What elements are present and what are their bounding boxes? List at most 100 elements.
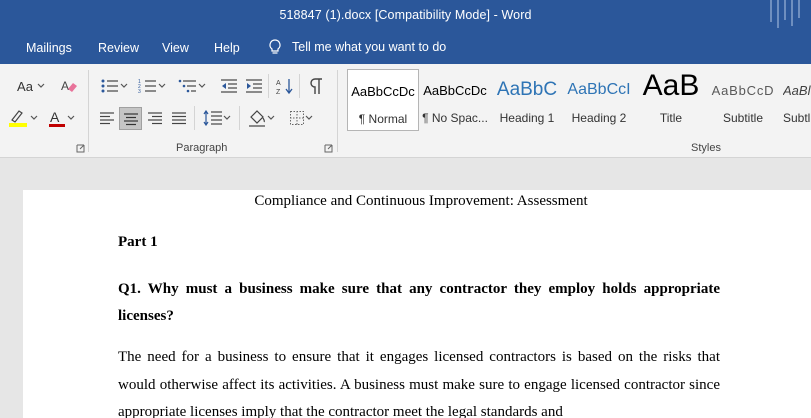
style-heading-2[interactable]: AaBbCcI Heading 2	[563, 69, 635, 131]
tab-help[interactable]: Help	[214, 41, 240, 55]
chevron-down-icon	[305, 115, 313, 120]
chevron-down-icon	[158, 83, 166, 88]
group-separator	[239, 106, 240, 130]
chevron-down-icon	[37, 83, 45, 88]
chevron-down-icon	[223, 115, 231, 120]
group-separator	[88, 70, 89, 152]
paragraph-group-label: Paragraph	[176, 142, 228, 154]
document-page[interactable]: Compliance and Continuous Improvement: A…	[23, 190, 811, 418]
bullets-icon	[101, 79, 118, 93]
font-dialog-launcher-icon[interactable]	[76, 144, 85, 153]
style-subtle-emphasis[interactable]: AaBl Subtl	[779, 69, 811, 131]
style-preview: AaBbCcD	[711, 83, 775, 98]
numbering-icon: 123	[138, 79, 156, 94]
style-preview: AaBbC	[496, 79, 558, 100]
sort-button[interactable]: A Z	[274, 76, 296, 96]
tell-me-label: Tell me what you want to do	[292, 40, 447, 54]
font-color-button[interactable]: A	[44, 107, 78, 129]
decrease-indent-button[interactable]	[218, 76, 240, 96]
chevron-down-icon	[120, 83, 128, 88]
tab-view[interactable]: View	[162, 41, 189, 55]
change-case-label: Aa	[17, 78, 33, 94]
style-preview: AaB	[642, 69, 700, 102]
chevron-down-icon	[67, 115, 75, 120]
shading-button[interactable]	[243, 107, 279, 129]
lightbulb-icon	[269, 39, 281, 54]
ribbon-tabs: Mailings Review View Help Tell me what y…	[0, 32, 811, 64]
decrease-indent-icon	[221, 79, 237, 93]
font-color-icon: A	[49, 109, 65, 127]
eraser-icon: A	[61, 79, 77, 93]
bullets-button[interactable]	[96, 76, 132, 96]
increase-indent-button[interactable]	[243, 76, 265, 96]
styles-gallery: AaBbCcDc ¶ Normal AaBbCcDc ¶ No Spac... …	[345, 69, 811, 133]
chevron-down-icon	[198, 83, 206, 88]
style-no-spacing[interactable]: AaBbCcDc ¶ No Spac...	[419, 69, 491, 131]
svg-text:A: A	[276, 80, 281, 87]
style-name: Heading 2	[571, 111, 627, 125]
sort-icon: A Z	[276, 79, 293, 95]
justify-button[interactable]	[168, 107, 190, 129]
paint-bucket-icon	[249, 110, 266, 127]
tab-mailings[interactable]: Mailings	[26, 41, 72, 55]
multilevel-list-icon	[178, 79, 196, 93]
line-spacing-button[interactable]	[199, 107, 235, 129]
highlighter-icon	[9, 110, 27, 127]
title-bar: 518847 (1).docx [Compatibility Mode] - W…	[0, 0, 811, 32]
style-preview: AaBbCcI	[567, 81, 631, 98]
highlight-color-button[interactable]	[6, 107, 40, 129]
style-name: Subtitle	[722, 111, 764, 125]
document-canvas: Compliance and Continuous Improvement: A…	[0, 158, 811, 418]
style-title[interactable]: AaB Title	[635, 69, 707, 131]
chevron-down-icon	[30, 115, 38, 120]
style-preview: AaBbCcDc	[423, 83, 487, 98]
justify-icon	[172, 112, 186, 125]
group-separator	[268, 74, 269, 98]
window-title: 518847 (1).docx [Compatibility Mode] - W…	[279, 8, 532, 22]
align-left-button[interactable]	[96, 107, 118, 129]
align-center-button[interactable]	[119, 107, 142, 130]
style-name: Heading 1	[499, 111, 555, 125]
question-heading: Q1. Why must a business make sure that a…	[118, 281, 720, 324]
tab-review[interactable]: Review	[98, 41, 139, 55]
group-separator	[337, 70, 338, 152]
group-separator	[299, 74, 300, 98]
group-separator	[194, 106, 195, 130]
show-formatting-marks-button[interactable]	[305, 76, 327, 96]
window-grip-icon	[770, 0, 800, 28]
tell-me-search[interactable]: Tell me what you want to do	[268, 39, 446, 55]
style-name: Subtl	[783, 111, 811, 125]
style-preview: AaBl	[783, 83, 811, 98]
style-normal[interactable]: AaBbCcDc ¶ Normal	[347, 69, 419, 131]
align-center-icon	[123, 112, 138, 125]
style-name: ¶ Normal	[358, 112, 408, 126]
align-right-icon	[148, 112, 162, 125]
style-name: Title	[659, 111, 683, 125]
line-spacing-icon	[203, 110, 222, 126]
multilevel-list-button[interactable]	[174, 76, 210, 96]
document-title: Compliance and Continuous Improvement: A…	[254, 193, 588, 209]
align-left-icon	[100, 112, 114, 125]
part-heading: Part 1	[118, 234, 158, 250]
borders-icon	[290, 111, 304, 125]
style-subtitle[interactable]: AaBbCcD Subtitle	[707, 69, 779, 131]
chevron-down-icon	[267, 115, 275, 120]
svg-text:A: A	[61, 79, 69, 93]
ribbon: Aa A A 123 A Z Paragraph AaBbCcDc ¶ Norm…	[0, 64, 811, 158]
change-case-button[interactable]: Aa	[14, 77, 48, 95]
svg-text:3: 3	[138, 89, 141, 94]
clear-formatting-button[interactable]: A	[58, 76, 80, 96]
borders-button[interactable]	[283, 107, 319, 129]
numbering-button[interactable]: 123	[134, 76, 170, 96]
style-preview: AaBbCcDc	[351, 84, 415, 99]
pilcrow-icon	[310, 78, 322, 94]
svg-text:A: A	[50, 109, 60, 125]
style-name: ¶ No Spac...	[422, 111, 488, 125]
svg-text:Z: Z	[276, 89, 281, 95]
paragraph-dialog-launcher-icon[interactable]	[324, 144, 333, 153]
body-paragraph: The need for a business to ensure that i…	[118, 349, 720, 418]
increase-indent-icon	[246, 79, 262, 93]
align-right-button[interactable]	[144, 107, 166, 129]
style-heading-1[interactable]: AaBbC Heading 1	[491, 69, 563, 131]
styles-group-label: Styles	[691, 142, 721, 154]
